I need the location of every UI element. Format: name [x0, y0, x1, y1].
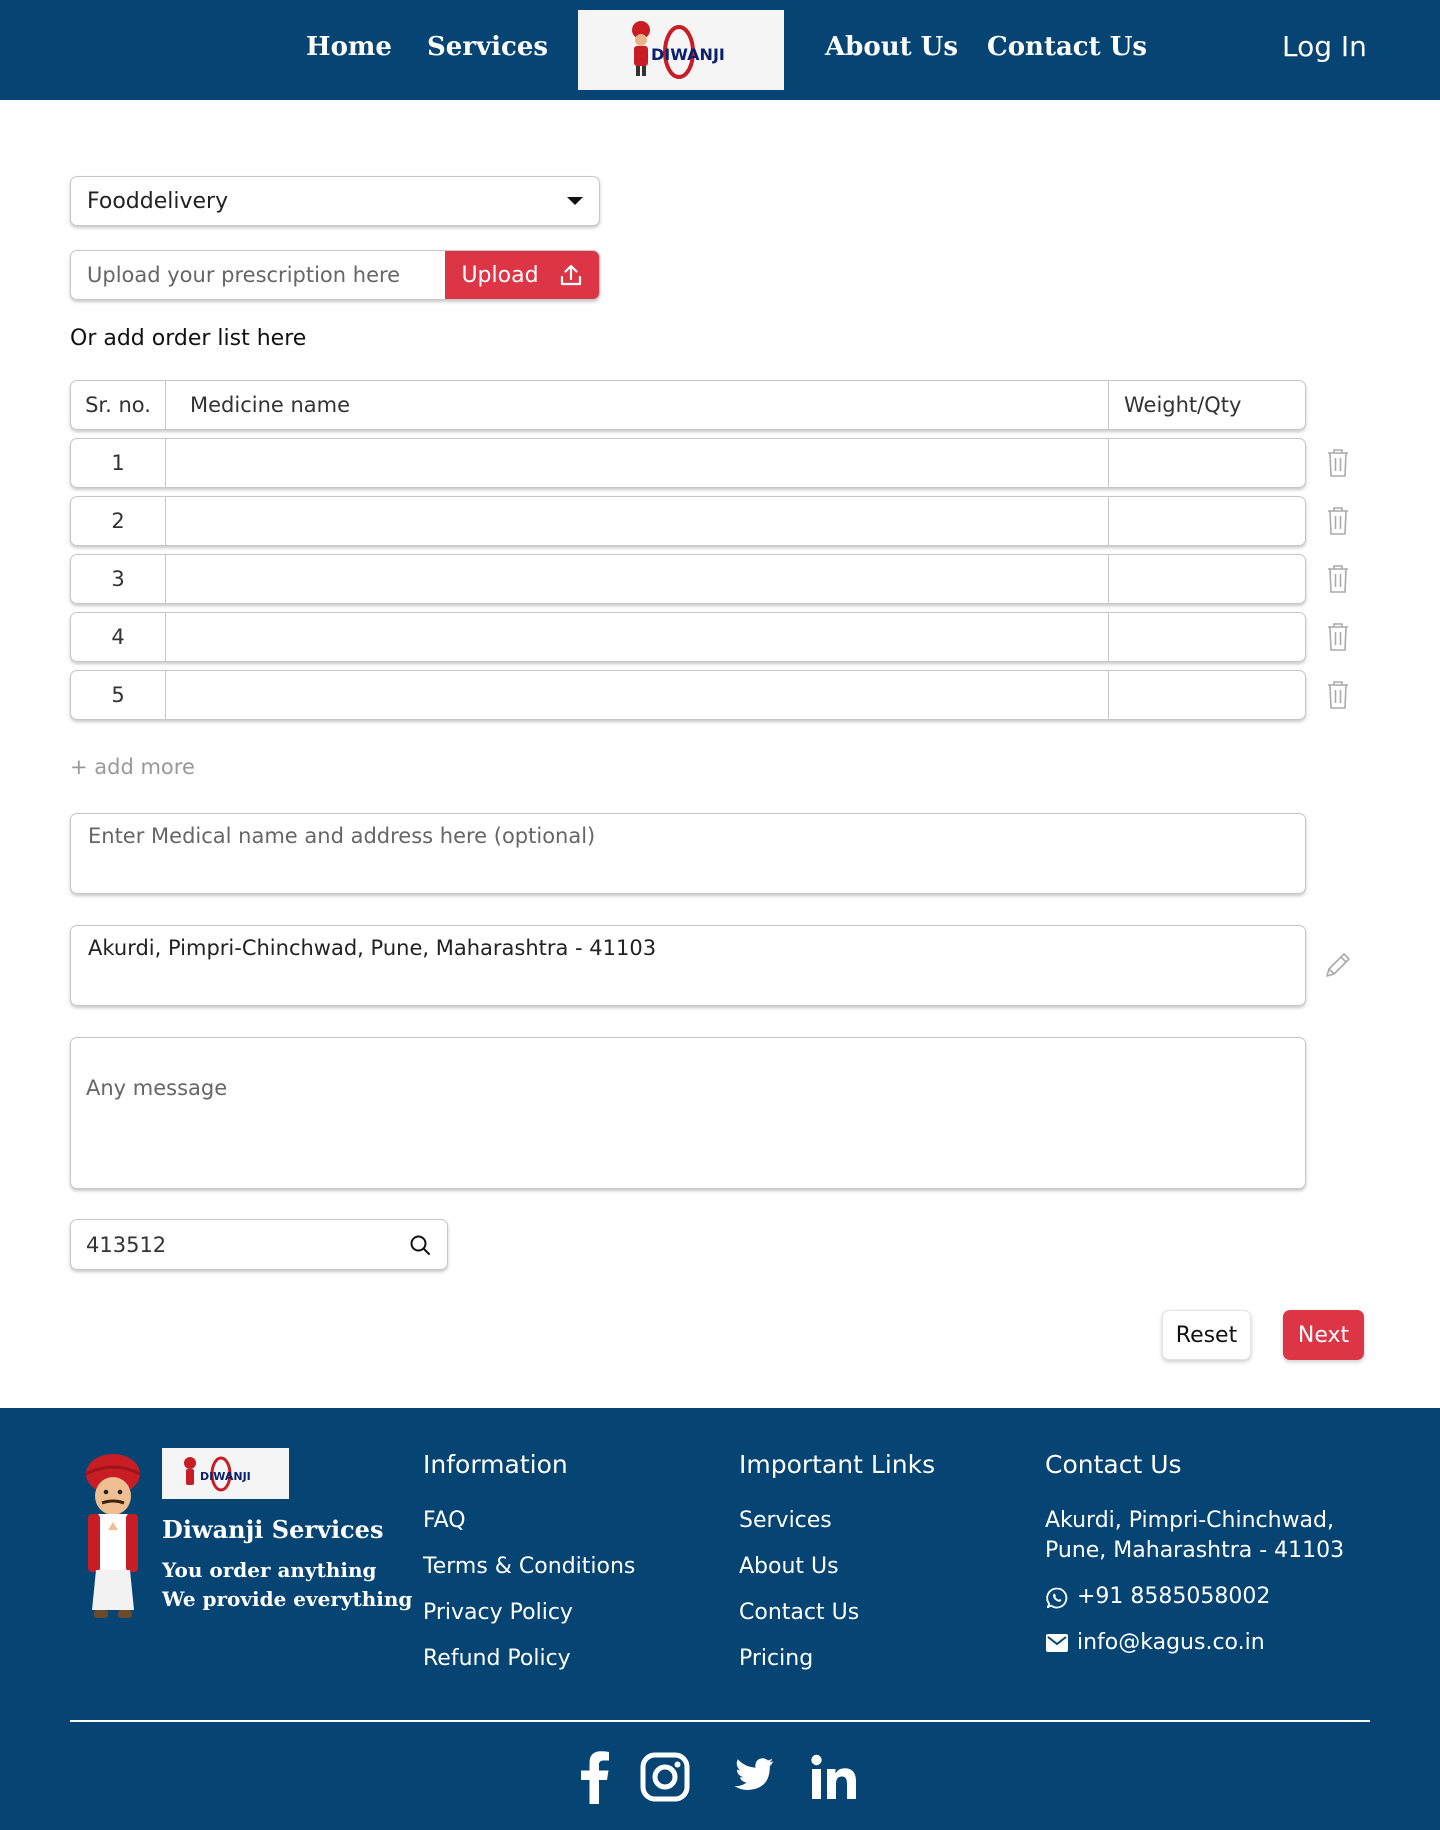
- footer-tagline: We provide everything: [162, 1587, 413, 1611]
- footer-link-contact[interactable]: Contact Us: [739, 1600, 859, 1625]
- footer-email[interactable]: info@kagus.co.in: [1077, 1630, 1265, 1655]
- table-row: 3: [70, 554, 1306, 604]
- login-link[interactable]: Log In: [1282, 30, 1367, 63]
- next-button[interactable]: Next: [1283, 1310, 1364, 1360]
- facebook-icon[interactable]: [578, 1748, 612, 1806]
- footer-brand-name: Diwanji Services: [162, 1515, 384, 1544]
- footer: DIWANJI Diwanji Services You order anyth…: [0, 1408, 1440, 1830]
- medicine-name-input[interactable]: [166, 671, 1109, 719]
- header-sr-no: Sr. no.: [71, 381, 166, 429]
- upload-icon: [560, 264, 581, 286]
- upload-button[interactable]: Upload: [445, 251, 599, 299]
- table-row: 5: [70, 670, 1306, 720]
- footer-information-heading: Information: [423, 1450, 568, 1479]
- pincode-search-input[interactable]: 413512: [70, 1219, 448, 1270]
- table-row: 1: [70, 438, 1306, 488]
- footer-link-faq[interactable]: FAQ: [423, 1508, 466, 1533]
- diwanji-logo-icon: DIWANJI: [183, 1456, 251, 1491]
- add-more-link[interactable]: + add more: [70, 755, 195, 779]
- weight-qty-input[interactable]: [1109, 613, 1305, 661]
- footer-link-pricing[interactable]: Pricing: [739, 1646, 813, 1671]
- footer-address-line: Pune, Maharashtra - 41103: [1045, 1538, 1345, 1563]
- footer-link-refund[interactable]: Refund Policy: [423, 1646, 571, 1671]
- trash-icon[interactable]: [1326, 564, 1350, 594]
- service-select[interactable]: Fooddelivery: [70, 176, 600, 226]
- instagram-icon[interactable]: [640, 1748, 690, 1806]
- linkedin-icon[interactable]: [810, 1748, 858, 1806]
- trash-icon[interactable]: [1326, 506, 1350, 536]
- logo-text: DIWANJI: [651, 45, 725, 64]
- footer-logo-text: DIWANJI: [200, 1470, 251, 1483]
- delivery-address-input[interactable]: Akurdi, Pimpri-Chinchwad, Pune, Maharash…: [70, 925, 1306, 1006]
- footer-divider: [70, 1720, 1370, 1722]
- medical-name-address-input[interactable]: Enter Medical name and address here (opt…: [70, 813, 1306, 894]
- footer-link-services[interactable]: Services: [739, 1508, 832, 1533]
- prescription-input[interactable]: Upload your prescription here: [71, 251, 445, 299]
- mascot-icon: [85, 1454, 141, 1618]
- footer-link-terms[interactable]: Terms & Conditions: [423, 1554, 635, 1579]
- medicine-name-input[interactable]: [166, 497, 1109, 545]
- weight-qty-input[interactable]: [1109, 439, 1305, 487]
- footer-phone[interactable]: +91 8585058002: [1077, 1584, 1270, 1609]
- footer-logo: DIWANJI: [162, 1448, 289, 1499]
- site-logo[interactable]: DIWANJI: [578, 10, 784, 90]
- nav-about[interactable]: About Us: [825, 32, 958, 62]
- trash-icon[interactable]: [1326, 680, 1350, 710]
- prescription-upload: Upload your prescription here Upload: [70, 250, 600, 300]
- footer-important-links-heading: Important Links: [739, 1450, 936, 1479]
- table-row: 2: [70, 496, 1306, 546]
- medicine-name-input[interactable]: [166, 555, 1109, 603]
- weight-qty-input[interactable]: [1109, 497, 1305, 545]
- row-sr-no: 1: [71, 439, 166, 487]
- row-sr-no: 5: [71, 671, 166, 719]
- trash-icon[interactable]: [1326, 448, 1350, 478]
- weight-qty-input[interactable]: [1109, 671, 1305, 719]
- footer-address-line: Akurdi, Pimpri-Chinchwad,: [1045, 1508, 1334, 1533]
- footer-link-about[interactable]: About Us: [739, 1554, 839, 1579]
- mail-icon: [1046, 1634, 1068, 1652]
- order-list-label: Or add order list here: [70, 326, 307, 351]
- pincode-value: 413512: [86, 1232, 167, 1257]
- table-row: 4: [70, 612, 1306, 662]
- trash-icon[interactable]: [1326, 622, 1350, 652]
- service-select-value: Fooddelivery: [87, 188, 229, 214]
- pencil-icon[interactable]: [1323, 950, 1353, 980]
- row-sr-no: 2: [71, 497, 166, 545]
- diwanji-logo-icon: DIWANJI: [632, 21, 725, 79]
- nav-home[interactable]: Home: [306, 32, 392, 62]
- weight-qty-input[interactable]: [1109, 555, 1305, 603]
- footer-link-privacy[interactable]: Privacy Policy: [423, 1600, 573, 1625]
- reset-button[interactable]: Reset: [1162, 1310, 1251, 1360]
- nav-contact[interactable]: Contact Us: [987, 32, 1147, 62]
- medicine-name-input[interactable]: [166, 439, 1109, 487]
- whatsapp-icon: [1046, 1587, 1068, 1609]
- footer-tagline: You order anything: [162, 1558, 377, 1582]
- twitter-icon[interactable]: [724, 1748, 774, 1806]
- upload-button-label: Upload: [461, 262, 539, 288]
- header-medicine-name: Medicine name: [166, 381, 1109, 429]
- chevron-down-icon: [567, 197, 583, 205]
- nav-services[interactable]: Services: [427, 32, 548, 62]
- row-sr-no: 3: [71, 555, 166, 603]
- message-input[interactable]: Any message: [70, 1037, 1306, 1189]
- search-icon[interactable]: [408, 1233, 432, 1257]
- footer-contact-heading: Contact Us: [1045, 1450, 1182, 1479]
- medicine-name-input[interactable]: [166, 613, 1109, 661]
- header-weight-qty: Weight/Qty: [1124, 393, 1242, 417]
- table-header: Sr. no. Medicine name Weight/Qty: [70, 380, 1306, 430]
- row-sr-no: 4: [71, 613, 166, 661]
- top-navbar: Home Services DIWANJI About Us Contact U…: [0, 0, 1440, 100]
